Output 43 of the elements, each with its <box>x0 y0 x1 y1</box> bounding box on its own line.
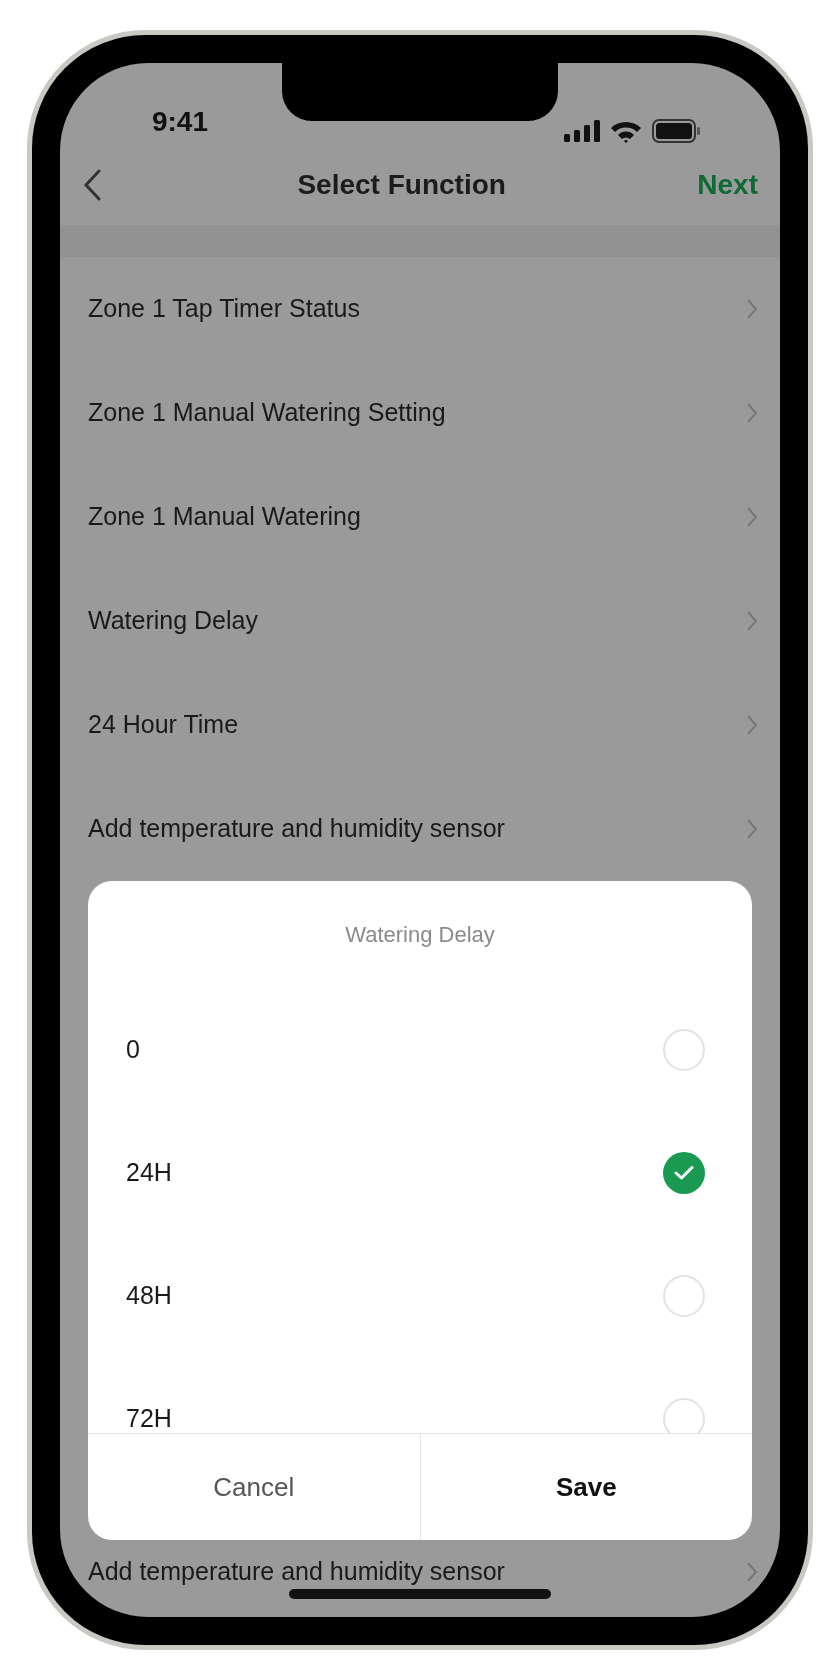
function-label: Add temperature and humidity sensor <box>88 1556 505 1588</box>
wifi-icon <box>610 119 642 143</box>
function-label: Zone 1 Tap Timer Status <box>88 293 360 325</box>
option-row[interactable]: 0 <box>88 988 752 1111</box>
function-row[interactable]: Zone 1 Manual Watering Setting <box>60 361 780 465</box>
option-label: 72H <box>126 1402 172 1433</box>
battery-icon <box>652 119 700 143</box>
radio-checked[interactable] <box>663 1151 705 1194</box>
option-label: 48H <box>126 1279 172 1311</box>
function-row[interactable]: Add temperature and humidity sensor <box>60 1540 780 1604</box>
function-label: Zone 1 Manual Watering <box>88 501 361 533</box>
radio-unchecked[interactable] <box>663 1028 705 1071</box>
cancel-button[interactable]: Cancel <box>88 1434 420 1540</box>
function-row[interactable]: Add temperature and humidity sensor <box>60 777 780 881</box>
back-icon <box>83 169 101 201</box>
chevron-icon <box>746 818 758 840</box>
status-time: 9:41 <box>150 105 209 139</box>
chevron-icon <box>746 610 758 632</box>
option-row[interactable]: 24H <box>88 1111 752 1234</box>
chevron-icon <box>746 298 758 320</box>
option-label: 0 <box>126 1033 140 1065</box>
function-row[interactable]: Watering Delay <box>60 569 780 673</box>
function-row[interactable]: Zone 1 Manual Watering <box>60 465 780 569</box>
option-row[interactable]: 72H <box>88 1357 752 1433</box>
chevron-icon <box>746 506 758 528</box>
chevron-icon <box>746 1561 758 1583</box>
function-label: 24 Hour Time <box>88 709 239 741</box>
dialog-title: Watering Delay <box>345 921 495 949</box>
chevron-icon <box>746 402 758 424</box>
function-row[interactable]: Zone 1 Tap Timer Status <box>60 257 780 361</box>
function-label: Watering Delay <box>88 605 258 637</box>
function-label: Add temperature and humidity sensor <box>88 813 505 845</box>
signal-icon <box>564 120 600 142</box>
radio-unchecked[interactable] <box>663 1397 705 1433</box>
screen-title: Select Function <box>297 168 506 202</box>
function-label: Zone 1 Manual Watering Setting <box>88 397 446 429</box>
check-icon <box>674 1164 694 1181</box>
function-row[interactable]: 24 Hour Time <box>60 673 780 777</box>
radio-unchecked[interactable] <box>663 1274 705 1317</box>
save-button[interactable]: Save <box>419 1434 752 1540</box>
option-row[interactable]: 48H <box>88 1234 752 1357</box>
option-label: 24H <box>126 1156 172 1188</box>
chevron-icon <box>746 714 758 736</box>
